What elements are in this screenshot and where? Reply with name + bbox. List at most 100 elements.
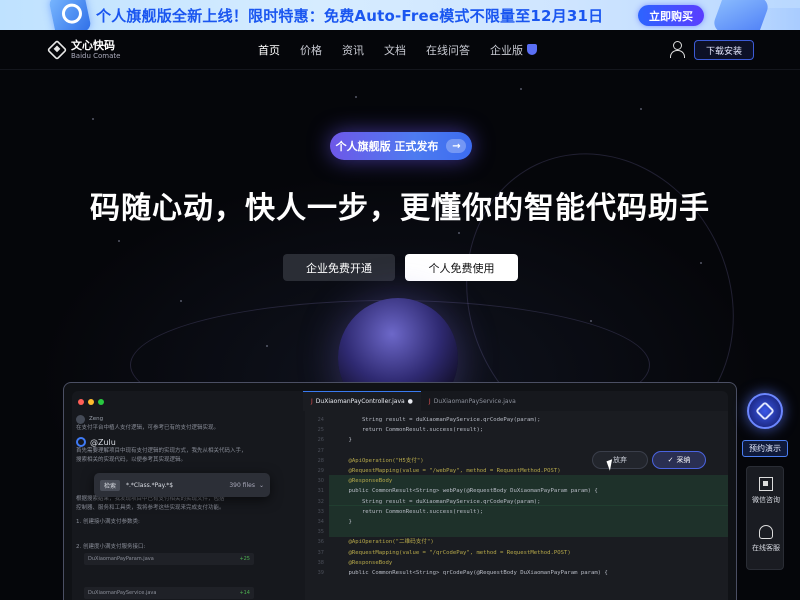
search-file-count: 390 files [229,481,255,489]
nav-enterprise-label: 企业版 [490,44,523,57]
java-file-icon: J [428,397,431,405]
line-number: 38 [317,559,324,566]
headset-icon [759,525,773,539]
nav-news[interactable]: 资讯 [342,42,364,58]
code-line: @ResponseBody [335,478,393,485]
line-number: 34 [317,519,324,526]
file-diff: +25 [239,556,250,562]
line-number: 29 [317,468,324,475]
maximize-dot-icon [98,399,104,405]
code-line: public CommonResult<String> webPay(@Requ… [335,488,598,495]
discard-button[interactable]: 放弃 [592,451,648,469]
line-number: 32 [317,498,324,505]
file-name: DuXiaomanPayService.java [88,590,157,596]
nav-enterprise[interactable]: 企业版 [490,42,537,58]
code-line: @ResponseBody [335,559,393,566]
release-pill[interactable]: 个人旗舰版 正式发布 → [330,132,472,160]
avatar [76,415,85,424]
code-line: return CommonResult.success(result); [335,508,484,515]
tab-service[interactable]: J DuXiaomanPayService.java [421,391,524,411]
promo-banner[interactable]: 个人旗舰版全新上线！限时特惠：免费Auto-Free模式不限量至12月31日 立… [0,0,800,30]
promo-decoration-icon [711,0,771,30]
code-line: String result = duXiaomanPayService.qrCo… [335,417,541,423]
hero-headline: 码随心动，快人一步，更懂你的智能代码助手 [90,191,710,226]
chat-message: 首先需要理解项目中现有支付逻辑的实现方式，我先从相关代码入手， [76,448,247,454]
step-label: 1. 创建接小满支付参数类: [76,519,140,525]
search-query: *.*Class.*Pay.*$ [126,481,174,489]
tab-label: DuXiaomanPayService.java [433,397,516,405]
nav-docs[interactable]: 文档 [384,42,406,58]
line-number: 28 [317,457,324,464]
online-service-button[interactable]: 在线客服 [747,525,785,553]
minimize-dot-icon [88,399,94,405]
main-menu: 首页 价格 资讯 文档 在线问答 企业版 [258,42,557,58]
agent-avatar-icon [76,437,86,447]
online-service-label: 在线客服 [752,544,780,552]
line-number: 24 [317,417,324,423]
navbar: 文心快码 Baidu Comate 首页 价格 资讯 文档 在线问答 企业版 下… [0,30,800,70]
file-item[interactable]: DuXiaomanPayParam.java +25 [84,553,254,565]
product-screenshot: Zeng 在支付平台中植人支付逻辑，可参考已有的支付逻辑实现。 @Zulu 首先… [63,382,737,600]
arrow-right-icon: → [446,139,467,153]
close-dot-icon [78,399,84,405]
search-popup: 检索 *.*Class.*Pay.*$ 390 files ⌄ [94,473,270,497]
enterprise-free-button[interactable]: 企业免费开通 [283,254,395,281]
line-number: 31 [317,488,324,495]
code-line: @ApiOperation("二维码支付") [335,539,434,546]
tab-controller[interactable]: J DuXiaomanPayController.java ● [303,391,421,411]
chat-username: Zeng [89,416,104,422]
tab-label: DuXiaomanPayController.java [315,398,405,405]
agent-name: @Zulu [90,437,116,447]
code-line: String result = duXiaomanPayService.qrCo… [335,498,541,505]
line-number: 27 [317,447,324,454]
java-file-icon: J [311,398,313,405]
accept-button[interactable]: ✓ 采纳 [652,451,706,469]
line-numbers: 24 25 26 27 28 29 30 31 32 33 34 35 36 37 38 39 [305,411,327,600]
promo-text: 个人旗舰版全新上线！限时特惠：免费Auto-Free模式不限量至12月31日 [96,7,604,25]
file-diff: +14 [239,590,250,596]
search-tag: 检索 [100,479,121,491]
side-panel: 微信咨询 在线客服 [746,466,784,570]
chat-message: 控制器、服务和工具类，我将参考这些实现来完成支付功能。 [76,505,225,511]
check-icon: ✓ [667,456,674,464]
accept-label: 采纳 [676,456,691,464]
nav-home[interactable]: 首页 [258,42,280,58]
chat-message: 在支付平台中植人支付逻辑，可参考已有的支付逻辑实现。 [76,425,220,431]
line-number: 33 [317,508,324,515]
buy-now-button[interactable]: 立即购买 [638,5,704,26]
code-line: } [335,437,352,444]
nav-qa[interactable]: 在线问答 [426,42,470,58]
logo-icon [46,39,68,61]
line-number: 26 [317,437,324,444]
assistant-float-icon[interactable] [747,393,783,429]
code-line: } [335,519,352,526]
download-button[interactable]: 下载安装 [694,40,754,60]
qrcode-icon [759,477,773,491]
code-editor[interactable]: 24 25 26 27 28 29 30 31 32 33 34 35 36 37 38 39 String … [305,411,728,600]
code-content: String result = duXiaomanPayService.qrCo… [335,415,608,578]
code-line: @RequestMapping(value = "/webPay", metho… [335,468,561,475]
step-label: 2. 创建度小满支付服务接口: [76,544,146,550]
page: 个人旗舰版全新上线！限时特惠：免费Auto-Free模式不限量至12月31日 立… [0,0,800,600]
editor-tabs: J DuXiaomanPayController.java ● J DuXiaoman… [303,391,524,411]
code-line: public CommonResult<String> qrCodePay(@R… [335,570,608,577]
line-number: 30 [317,478,324,485]
logo-subtitle: Baidu Comate [71,52,121,60]
chat-message: 搜索相关的实现代码，以便参考其实现逻辑。 [76,457,187,463]
line-number: 39 [317,570,324,577]
line-number: 35 [317,529,324,536]
book-demo-button[interactable]: 预约演示 [742,440,788,457]
wechat-consult-button[interactable]: 微信咨询 [747,477,785,505]
enterprise-badge-icon [527,44,537,55]
release-pill-label: 个人旗舰版 正式发布 [335,140,439,153]
line-number: 37 [317,549,324,556]
logo-name: 文心快码 [71,39,115,52]
nav-pricing[interactable]: 价格 [300,42,322,58]
file-item[interactable]: DuXiaomanPayService.java +14 [84,587,254,599]
personal-free-button[interactable]: 个人免费使用 [405,254,518,281]
user-icon[interactable] [667,39,687,59]
logo[interactable]: 文心快码 Baidu Comate [46,39,121,61]
wechat-consult-label: 微信咨询 [752,496,780,504]
